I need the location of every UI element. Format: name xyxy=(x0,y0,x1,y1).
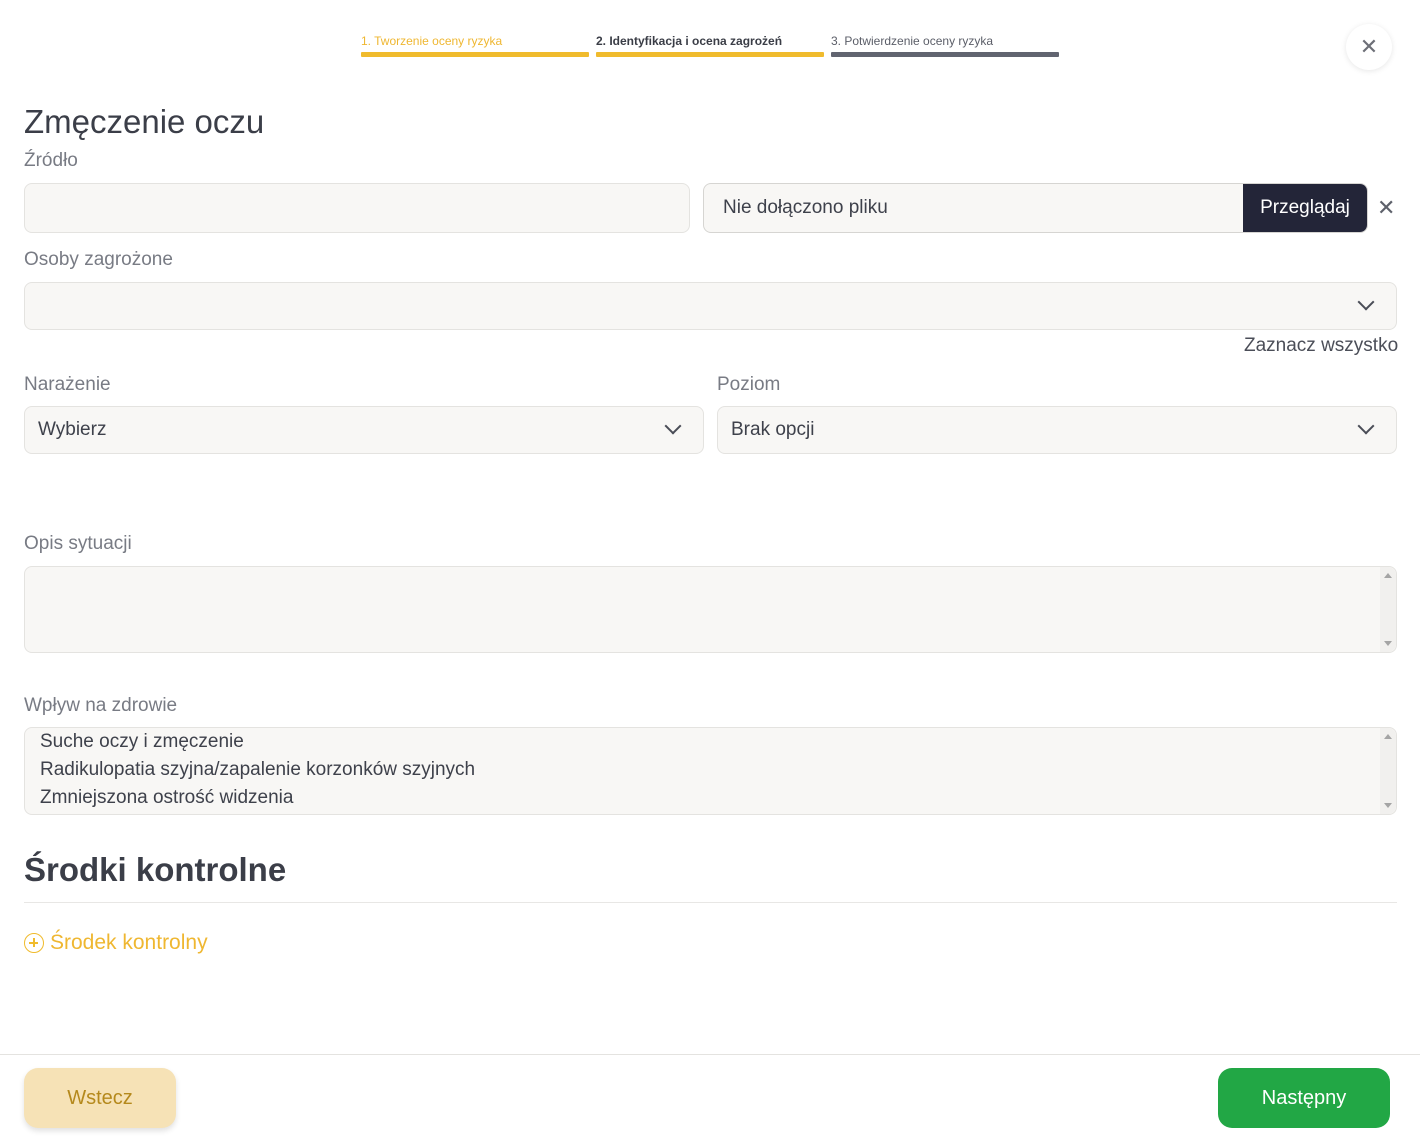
scroll-up-icon[interactable] xyxy=(1384,573,1392,578)
health-impact-line: Zmniejszona ostrość widzenia xyxy=(40,787,294,808)
situation-label: Opis sytuacji xyxy=(24,533,132,554)
scroll-down-icon[interactable] xyxy=(1384,641,1392,646)
clear-file-icon[interactable]: ✕ xyxy=(1377,196,1395,220)
section-divider xyxy=(24,902,1397,903)
source-input[interactable] xyxy=(24,183,690,233)
textarea-scrollbar[interactable] xyxy=(1380,567,1396,652)
next-button[interactable]: Następny xyxy=(1218,1068,1390,1128)
textarea-scrollbar[interactable] xyxy=(1380,728,1396,814)
step-progress-bar xyxy=(596,52,824,57)
step-progress-bar xyxy=(831,52,1059,57)
close-button[interactable]: ✕ xyxy=(1346,24,1392,70)
add-control-measure-button[interactable]: Środek kontrolny xyxy=(24,930,208,956)
step-label: 2. Identyfikacja i ocena zagrożeń xyxy=(596,34,783,48)
step-identify-hazards[interactable]: 2. Identyfikacja i ocena zagrożeń xyxy=(596,33,824,57)
controls-section-title: Środki kontrolne xyxy=(24,851,287,888)
page-title: Zmęczenie oczu xyxy=(24,103,265,140)
scroll-up-icon[interactable] xyxy=(1384,734,1392,739)
level-select[interactable]: Brak opcji xyxy=(717,406,1397,454)
source-label: Źródło xyxy=(24,150,78,171)
step-create-assessment[interactable]: 1. Tworzenie oceny ryzyka xyxy=(361,33,589,57)
exposure-value: Wybierz xyxy=(38,419,107,440)
close-icon: ✕ xyxy=(1359,34,1379,59)
add-control-label: Środek kontrolny xyxy=(50,931,208,954)
people-at-risk-label: Osoby zagrożone xyxy=(24,249,173,270)
situation-textarea[interactable] xyxy=(24,566,1397,653)
back-button[interactable]: Wstecz xyxy=(24,1068,176,1128)
health-impact-line: Radikulopatia szyjna/zapalenie korzonków… xyxy=(40,759,476,780)
file-upload[interactable]: Nie dołączono pliku Przeglądaj xyxy=(703,183,1368,233)
browse-button[interactable]: Przeglądaj xyxy=(1243,184,1367,232)
exposure-label: Narażenie xyxy=(24,374,111,395)
footer-bar: Wstecz Następny xyxy=(0,1054,1420,1140)
exposure-select[interactable]: Wybierz xyxy=(24,406,704,454)
step-progress-bar xyxy=(361,52,589,57)
step-label: 1. Tworzenie oceny ryzyka xyxy=(361,34,503,48)
health-impact-textarea[interactable]: Suche oczy i zmęczenie Radikulopatia szy… xyxy=(24,727,1397,815)
select-all-link[interactable]: Zaznacz wszystko xyxy=(1244,334,1398,358)
health-impact-line: Suche oczy i zmęczenie xyxy=(40,731,244,752)
chevron-down-icon xyxy=(1357,293,1375,311)
scroll-down-icon[interactable] xyxy=(1384,803,1392,808)
chevron-down-icon xyxy=(1357,417,1375,435)
plus-circle-icon xyxy=(24,933,44,953)
level-label: Poziom xyxy=(717,374,781,395)
level-value: Brak opcji xyxy=(731,419,815,440)
file-status: Nie dołączono pliku xyxy=(723,197,888,218)
health-impact-content: Suche oczy i zmęczenie Radikulopatia szy… xyxy=(40,728,475,812)
chevron-down-icon xyxy=(664,417,682,435)
progress-stepper: 1. Tworzenie oceny ryzyka 2. Identyfikac… xyxy=(361,33,1059,57)
health-impact-label: Wpływ na zdrowie xyxy=(24,695,178,716)
people-at-risk-select[interactable] xyxy=(24,282,1397,330)
step-confirm-assessment[interactable]: 3. Potwierdzenie oceny ryzyka xyxy=(831,33,1059,57)
step-label: 3. Potwierdzenie oceny ryzyka xyxy=(831,34,994,48)
